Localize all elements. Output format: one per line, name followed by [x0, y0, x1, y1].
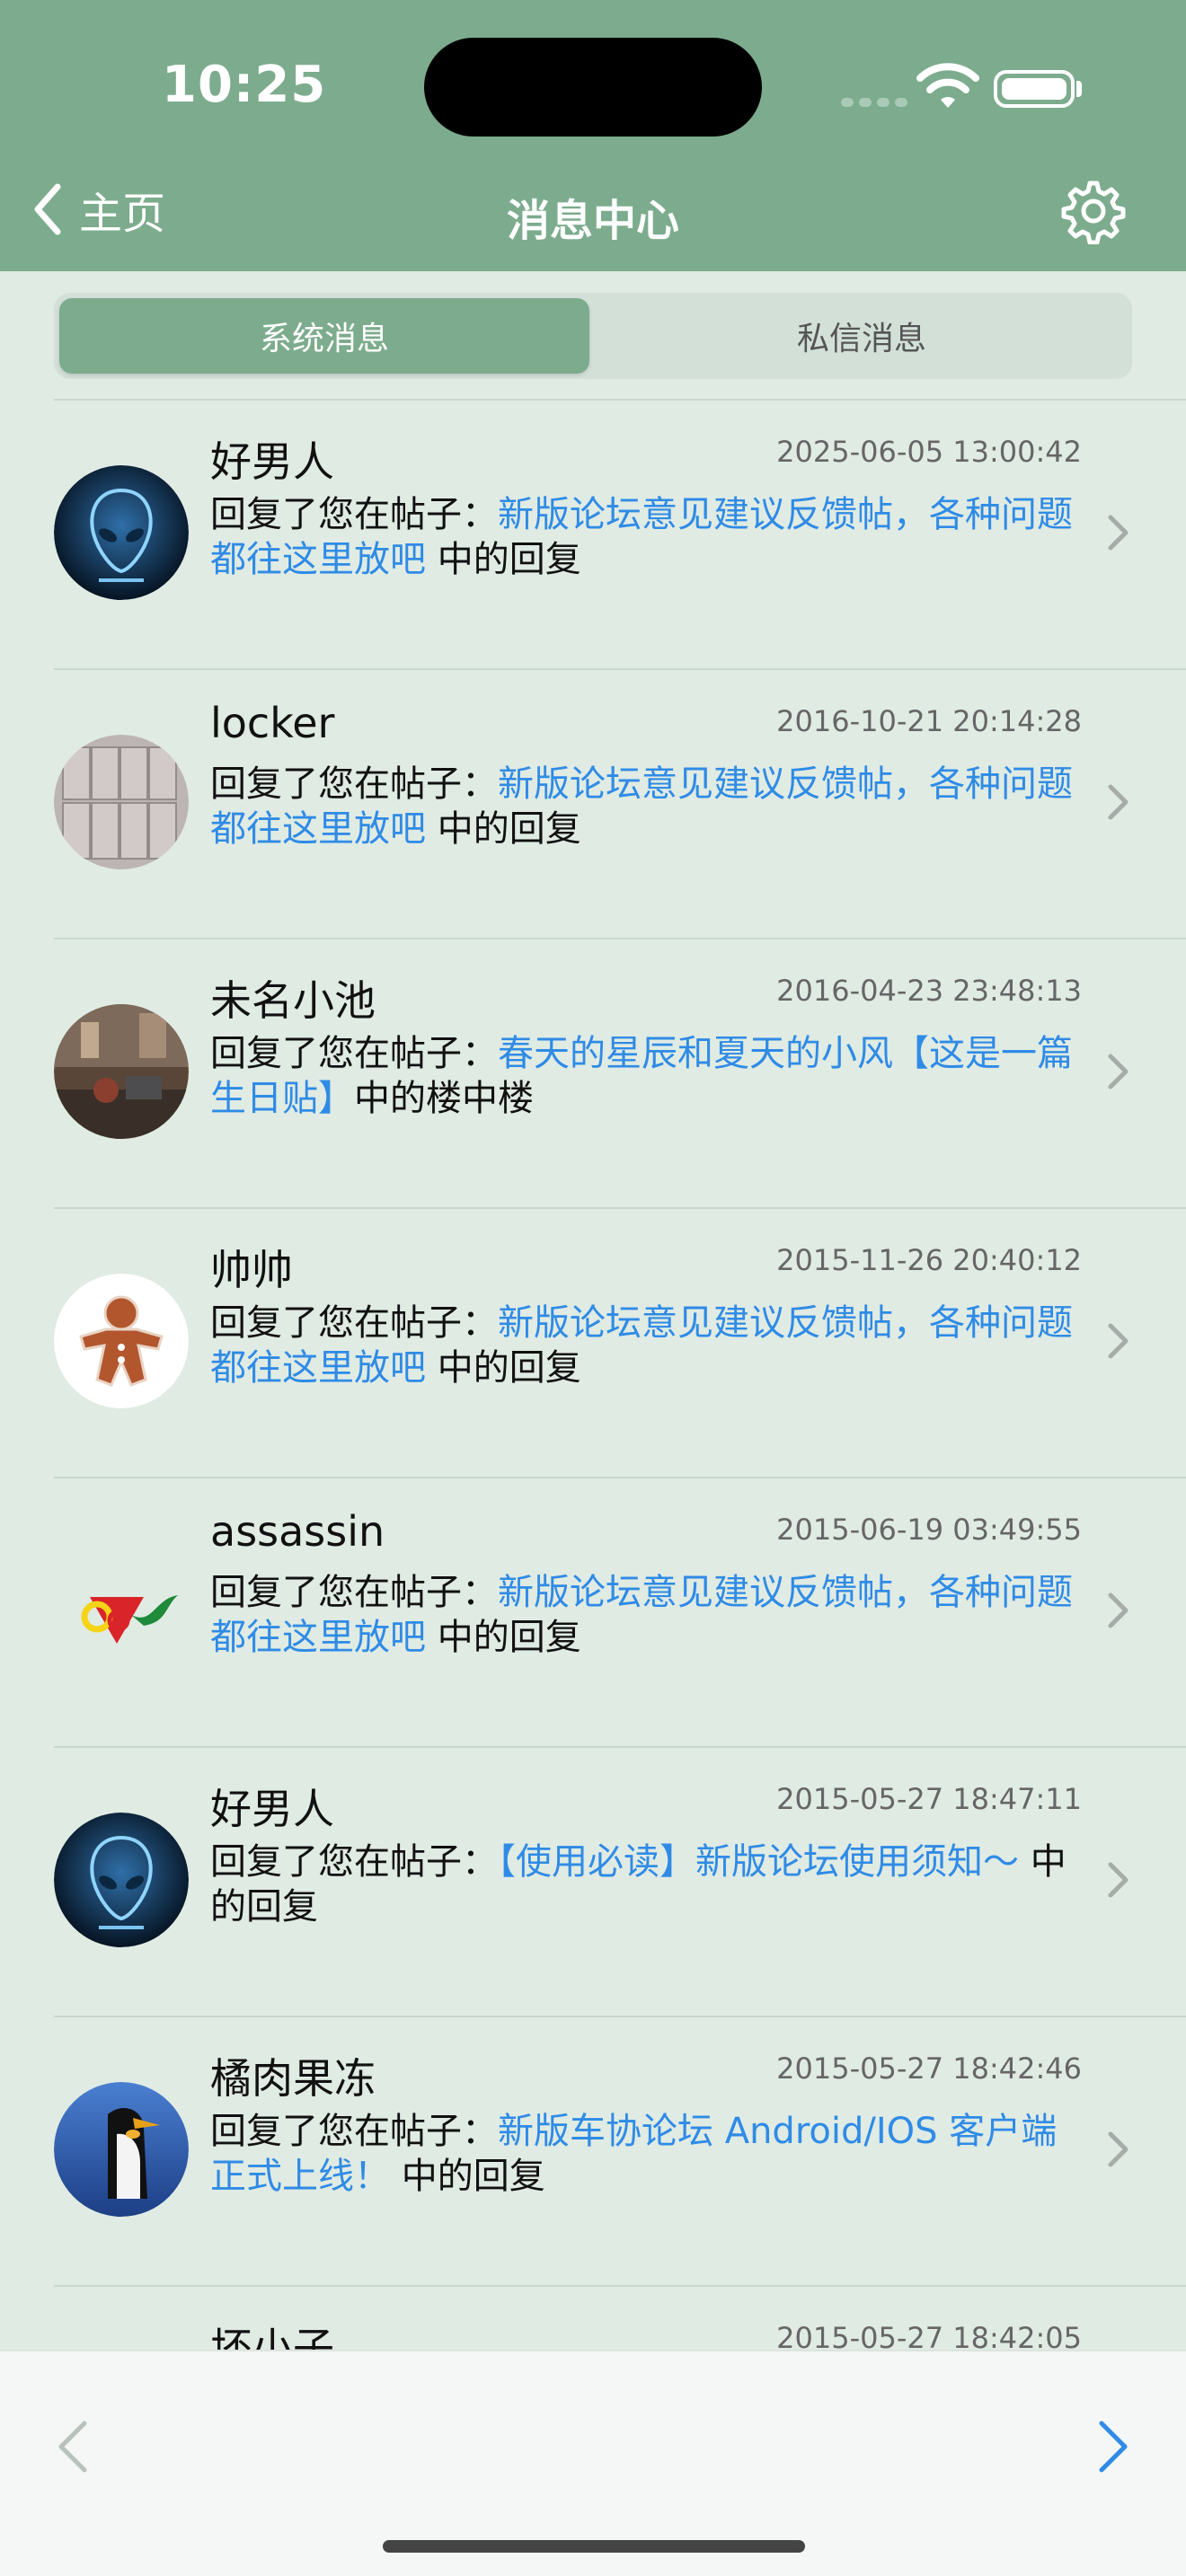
message-suffix: 中的回复 [426, 808, 581, 850]
message-prefix: 回复了您在帖子： [210, 1841, 498, 1883]
list-item[interactable]: 橘肉果冻 2015-05-27 18:42:46 回复了您在帖子：新版车协论坛 … [0, 2016, 1186, 2285]
username: assassin [210, 1507, 385, 1556]
message-text: 回复了您在帖子：新版论坛意见建议反馈帖，各种问题都往这里放吧 中的回复 [210, 492, 1078, 582]
list-item[interactable]: assassin 2015-06-19 03:49:55 回复了您在帖子：新版论… [0, 1477, 1186, 1746]
list-item[interactable]: 帅帅 2015-11-26 20:40:12 回复了您在帖子：新版论坛意见建议反… [0, 1207, 1186, 1477]
list-item[interactable]: locker 2016-10-21 20:14:28 回复了您在帖子：新版论坛意… [0, 668, 1186, 938]
wifi-icon [916, 63, 979, 108]
list-item[interactable]: 坏小子 2015-05-27 18:42:05 [0, 2285, 1186, 2350]
message-prefix: 回复了您在帖子： [210, 1302, 498, 1344]
logo-avatar [54, 1543, 189, 1678]
status-time: 10:25 [162, 56, 327, 114]
battery-icon [994, 70, 1075, 108]
timestamp: 2016-04-23 23:48:13 [776, 974, 1082, 1008]
alien-avatar [54, 465, 189, 600]
message-suffix: 中的回复 [390, 2156, 545, 2197]
timestamp: 2015-05-27 18:47:11 [776, 1782, 1082, 1816]
tab-private-messages[interactable]: 私信消息 [597, 298, 1127, 374]
row-divider [54, 399, 1186, 401]
chevron-right-icon [1108, 2131, 1128, 2167]
page-title: 消息中心 [506, 196, 679, 246]
chevron-right-icon [1108, 784, 1128, 820]
message-text: 回复了您在帖子：新版论坛意见建议反馈帖，各种问题都往这里放吧 中的回复 [210, 1301, 1078, 1390]
home-indicator [383, 2540, 805, 2553]
penguin-avatar [54, 2082, 189, 2217]
toolbar-divider [0, 2350, 1186, 2351]
list-item[interactable]: 未名小池 2016-04-23 23:48:13 回复了您在帖子：春天的星辰和夏… [0, 938, 1186, 1207]
battery-cap [1076, 81, 1082, 97]
row-divider [54, 668, 1186, 670]
username: locker [210, 699, 335, 747]
chevron-right-icon [1108, 1592, 1128, 1628]
list-item[interactable]: 好男人 2015-05-27 18:47:11 回复了您在帖子：【使用必读】新版… [0, 1746, 1186, 2016]
message-suffix: 中的回复 [426, 539, 581, 580]
message-prefix: 回复了您在帖子： [210, 763, 498, 805]
username: 坏小子 [210, 2324, 334, 2350]
chevron-right-icon [1108, 515, 1128, 551]
street-avatar [54, 1004, 189, 1139]
dynamic-island [424, 38, 762, 137]
tab-system-messages[interactable]: 系统消息 [59, 298, 589, 374]
row-divider [54, 1746, 1186, 1748]
message-prefix: 回复了您在帖子： [210, 1033, 498, 1074]
row-divider [54, 938, 1186, 940]
timestamp: 2025-06-05 13:00:42 [776, 435, 1082, 469]
row-divider [54, 1207, 1186, 1209]
locker-avatar [54, 735, 189, 869]
navigation-bar: 主页 消息中心 [0, 144, 1186, 271]
message-text: 回复了您在帖子：新版论坛意见建议反馈帖，各种问题都往这里放吧 中的回复 [210, 1570, 1078, 1660]
timestamp: 2015-05-27 18:42:46 [776, 2051, 1082, 2086]
message-list: 好男人 2025-06-05 13:00:42 回复了您在帖子：新版论坛意见建议… [0, 399, 1186, 2350]
timestamp: 2015-11-26 20:40:12 [776, 1243, 1082, 1277]
chevron-right-icon [1108, 1323, 1128, 1359]
timestamp: 2015-06-19 03:49:55 [776, 1513, 1082, 1547]
bottom-toolbar [0, 2350, 1186, 2576]
post-link[interactable]: 【使用必读】新版论坛使用须知～ [498, 1841, 1019, 1883]
list-item[interactable]: 好男人 2025-06-05 13:00:42 回复了您在帖子：新版论坛意见建议… [0, 399, 1186, 668]
username: 橘肉果冻 [210, 2054, 376, 2103]
username: 好男人 [210, 437, 334, 486]
message-prefix: 回复了您在帖子： [210, 1572, 498, 1613]
gingerbread-avatar [54, 1274, 189, 1408]
message-text: 回复了您在帖子：新版论坛意见建议反馈帖，各种问题都往这里放吧 中的回复 [210, 762, 1078, 851]
timestamp: 2015-05-27 18:42:05 [776, 2321, 1082, 2350]
message-prefix: 回复了您在帖子： [210, 2111, 498, 2152]
message-text: 回复了您在帖子：新版车协论坛 Android/IOS 客户端正式上线！ 中的回复 [210, 2109, 1078, 2199]
chevron-right-icon [1108, 1054, 1128, 1090]
row-divider [54, 2285, 1186, 2287]
row-divider [54, 2016, 1186, 2017]
message-prefix: 回复了您在帖子： [210, 494, 498, 535]
username: 帅帅 [210, 1246, 293, 1294]
message-text: 回复了您在帖子：【使用必读】新版论坛使用须知～ 中的回复 [210, 1839, 1078, 1929]
chevron-right-icon[interactable] [1096, 2418, 1132, 2475]
username: 好男人 [210, 1785, 334, 1833]
timestamp: 2016-10-21 20:14:28 [776, 704, 1082, 738]
message-type-tabs: 系统消息 私信消息 [54, 293, 1132, 379]
message-suffix: 中的楼中楼 [354, 1078, 534, 1119]
status-bar: 10:25 [0, 0, 1186, 144]
chevron-left-icon[interactable] [54, 2418, 90, 2475]
row-divider [54, 1477, 1186, 1478]
cellular-signal-icon [841, 93, 913, 110]
chevron-right-icon [1108, 1862, 1128, 1898]
message-text: 回复了您在帖子：春天的星辰和夏天的小风【这是一篇生日贴】中的楼中楼 [210, 1031, 1078, 1121]
gear-icon[interactable] [1060, 178, 1127, 244]
message-suffix: 中的回复 [426, 1347, 581, 1389]
message-suffix: 中的回复 [426, 1617, 581, 1658]
username: 未名小池 [210, 976, 376, 1025]
alien-avatar [54, 1813, 189, 1947]
